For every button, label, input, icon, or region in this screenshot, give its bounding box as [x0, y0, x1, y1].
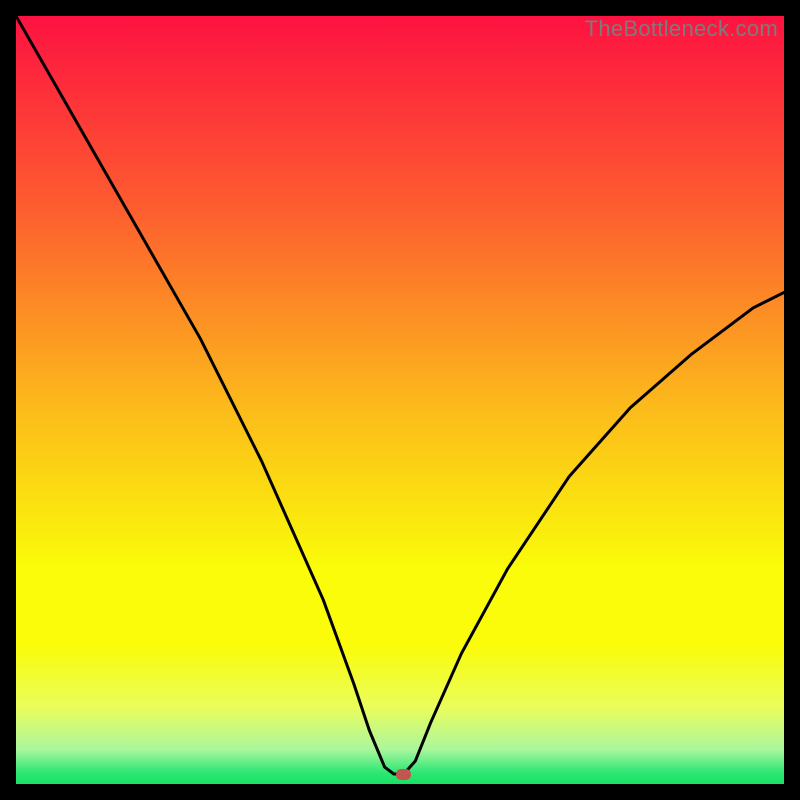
gradient-background [16, 16, 784, 784]
chart-frame: TheBottleneck.com [16, 16, 784, 784]
watermark-text: TheBottleneck.com [585, 16, 778, 42]
optimal-point-marker [396, 769, 411, 780]
chart-svg [16, 16, 784, 784]
